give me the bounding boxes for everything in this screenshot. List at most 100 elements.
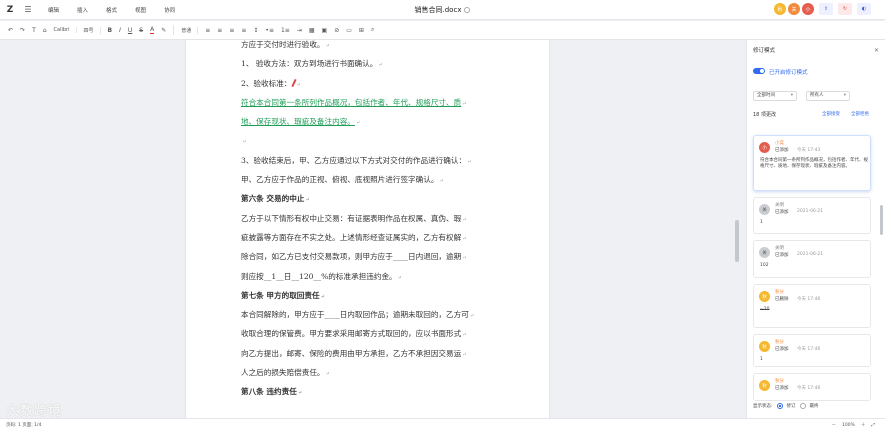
revision-panel: 修订模式 ✕ 已开启修订模式 全部时间 所有人 18 项更改 全部接受 全部拒绝… <box>746 40 885 418</box>
align-center-icon[interactable]: ≡ <box>217 27 222 34</box>
highlight-icon[interactable]: ✎ <box>161 27 166 34</box>
document-line[interactable]: 本合同解除的，甲方应于____日内取回作品；逾期未取回的，乙方可↵ <box>241 305 501 324</box>
search-icon[interactable]: ⌕ <box>371 26 374 34</box>
line-spacing-icon[interactable]: ↕ <box>253 27 258 34</box>
menu-insert[interactable]: 插入 <box>77 6 88 14</box>
zoom-in-icon[interactable]: ＋ <box>861 422 866 428</box>
redo-icon[interactable]: ↷ <box>20 27 25 34</box>
document-line[interactable]: 则应按__1__日__120__%的标准承担违约金。↵ <box>241 267 501 286</box>
app-logo[interactable]: Z <box>0 5 20 15</box>
share-icon[interactable]: ⇪ <box>819 3 833 15</box>
avatar: 关 <box>759 247 770 258</box>
revision-card[interactable]: 秋秋分 已添加 今天 17:46 <box>753 373 871 401</box>
section-heading[interactable]: 第八条 违约责任↵ <box>241 382 501 401</box>
document-line[interactable]: 1、 验收方法：双方到场进行书面确认。↵ <box>241 54 501 73</box>
document-page[interactable]: 方应于交付时进行验收。↵ 1、 验收方法：双方到场进行书面确认。↵ 2、验收标准： ↵… <box>186 40 549 418</box>
collaborator-avatar[interactable]: 小 <box>802 3 814 15</box>
collaborator-avatar[interactable]: 关 <box>788 3 800 15</box>
numbered-list-icon[interactable]: 1≡ <box>281 27 290 34</box>
document-line[interactable]: 方应于交付时进行验收。↵ <box>241 40 501 54</box>
revision-card[interactable]: 秋秋分 已删除 今天 17:46 =20 <box>753 284 871 328</box>
document-line[interactable]: 除合同，如乙方已支付交易款项，则甲方应于____日内退回，逾期↵ <box>241 247 501 266</box>
document-line[interactable]: 人之后的损失赔偿责任。↵ <box>241 363 501 382</box>
radio-final-label[interactable]: 最终 <box>810 403 819 409</box>
radio-final[interactable] <box>799 403 806 409</box>
document-line[interactable]: 符合本合同第一条所列作品概况，包括作者、年代、规格尺寸、质↵ <box>241 93 501 112</box>
document-line[interactable]: 乙方于以下情形有权中止交易：有证据表明作品在权属、真伪、瑕↵ <box>241 209 501 228</box>
status-bar: 页码: 1 页面: 1/4 － 100% ＋ ⤢ <box>0 418 885 431</box>
avatar: 秋 <box>759 380 770 391</box>
revision-card[interactable]: 秋秋分 已添加 今天 17:46 1 <box>753 334 871 367</box>
watermark-logo: 大数跨境 <box>6 404 63 419</box>
menu-collab[interactable]: 协同 <box>164 6 175 14</box>
radio-revise-label[interactable]: 修订 <box>787 403 796 409</box>
revision-card[interactable]: 小小奕 已添加 今天 17:43 符合本合同第一条所列作品概况，包括作者、年代、规格尺… <box>753 135 871 191</box>
strikethrough-icon[interactable]: S <box>139 27 143 34</box>
avatar: 小 <box>759 142 770 153</box>
document-line[interactable]: 向乙方提出，邮寄、保险的费用由甲方承担，乙方不承担因交易运↵ <box>241 344 501 363</box>
image-icon[interactable]: ▣ <box>322 27 328 34</box>
document-line[interactable]: 2、验收标准： ↵ <box>241 74 501 93</box>
font-select[interactable]: Calibri <box>54 27 77 33</box>
revision-action: 已删除 <box>775 297 789 302</box>
panel-scrollbar[interactable] <box>880 205 883 235</box>
align-right-icon[interactable]: ≡ <box>229 27 234 34</box>
document-line[interactable]: 地、保存现状、瑕疵及备注内容。↵ <box>241 112 501 131</box>
close-icon[interactable]: ✕ <box>874 47 879 54</box>
section-heading[interactable]: 第六条 交易的中止↵ <box>241 189 501 208</box>
align-left-icon[interactable]: ≡ <box>205 27 210 34</box>
user-icon[interactable]: ◐ <box>857 3 871 15</box>
document-line[interactable]: 收取合理的保管费。甲方要求采用邮寄方式取回的，应以书面形式↵ <box>241 324 501 343</box>
table-icon[interactable]: ▦ <box>309 27 315 34</box>
justify-icon[interactable]: ≡ <box>241 27 246 34</box>
time-filter-select[interactable]: 全部时间 <box>753 91 797 101</box>
revision-toggle[interactable] <box>753 68 765 74</box>
zoom-level[interactable]: 100% <box>842 423 855 428</box>
history-icon[interactable]: ↻ <box>838 3 852 15</box>
accept-all-button[interactable]: 全部接受 <box>822 111 840 117</box>
document-line[interactable]: 甲、乙方应于作品的正视、俯视、底视照片进行签字确认。↵ <box>241 170 501 189</box>
format-toolbar: ↶ ↷ T ⌂ Calibri 四号 B I U S A ✎ 普通 ≡ ≡ ≡ … <box>0 21 885 40</box>
link-icon[interactable]: ⊘ <box>334 27 339 34</box>
clear-format-icon[interactable]: T <box>32 27 36 34</box>
revision-card[interactable]: 关关明 已添加 2021-06-21 102 <box>753 240 871 278</box>
zoom-out-icon[interactable]: － <box>832 422 837 428</box>
collaborator-avatar[interactable]: 秋 <box>774 3 786 15</box>
indent-icon[interactable]: ⇥ <box>297 27 302 34</box>
font-size-select[interactable]: 四号 <box>84 26 101 34</box>
menu-icon[interactable]: ☰ <box>20 5 36 14</box>
comment-icon[interactable]: ▭ <box>346 27 352 34</box>
people-filter-select[interactable]: 所有人 <box>806 91 850 101</box>
style-select[interactable]: 普通 <box>181 26 199 34</box>
underline-icon[interactable]: U <box>128 27 132 34</box>
radio-revise[interactable] <box>776 403 783 409</box>
revision-time: 今天 17:46 <box>797 297 821 302</box>
paragraph-mark-icon: ↵ <box>296 81 301 88</box>
document-line[interactable]: ↵ <box>241 131 501 150</box>
menu-edit[interactable]: 编辑 <box>48 6 59 14</box>
show-status: 显示状态: 修订 最终 <box>753 403 819 409</box>
doc-title[interactable]: 销售合同.docx <box>415 6 462 14</box>
menu-view[interactable]: 视图 <box>135 6 146 14</box>
line-text: 符合本合同第一条所列作品概况，包括作者、年代、规格尺寸、质 <box>241 97 462 107</box>
saved-status-icon <box>464 7 471 13</box>
top-bar: Z ☰ 编辑 插入 格式 视图 协同 销售合同.docx 秋 关 小 ⇪ ↻ ◐ <box>0 0 885 20</box>
undo-icon[interactable]: ↶ <box>8 27 13 34</box>
bullet-list-icon[interactable]: •≡ <box>265 27 274 34</box>
paragraph-mark-icon: ↵ <box>397 274 402 281</box>
document-body[interactable]: 方应于交付时进行验收。↵ 1、 验收方法：双方到场进行书面确认。↵ 2、验收标准： ↵… <box>241 40 501 402</box>
menu-format[interactable]: 格式 <box>106 6 117 14</box>
bold-icon[interactable]: B <box>108 27 113 34</box>
section-heading[interactable]: 第七条 甲方的取回责任↵ <box>241 286 501 305</box>
line-text: 除合同，如乙方已支付交易款项，则甲方应于____日内退回，逾期 <box>241 252 462 262</box>
format-painter-icon[interactable]: ⌂ <box>43 27 47 34</box>
revision-card[interactable]: 关关明 已添加 2021-06-21 1 <box>753 197 871 234</box>
reject-all-button[interactable]: 全部拒绝 <box>851 111 869 117</box>
document-line[interactable]: 3、验收结束后，甲、乙方应通过以下方式对交付的作品进行确认：↵ <box>241 151 501 170</box>
document-line[interactable]: 疵披露等方面存在不实之处。上述情形经查证属实的，乙方有权解↵ <box>241 228 501 247</box>
document-scrollbar[interactable] <box>735 220 739 262</box>
fullscreen-icon[interactable]: ⤢ <box>871 422 875 428</box>
font-color-icon[interactable]: A <box>150 26 155 34</box>
more-icon[interactable]: ⊞ <box>359 27 364 34</box>
italic-icon[interactable]: I <box>119 27 121 34</box>
